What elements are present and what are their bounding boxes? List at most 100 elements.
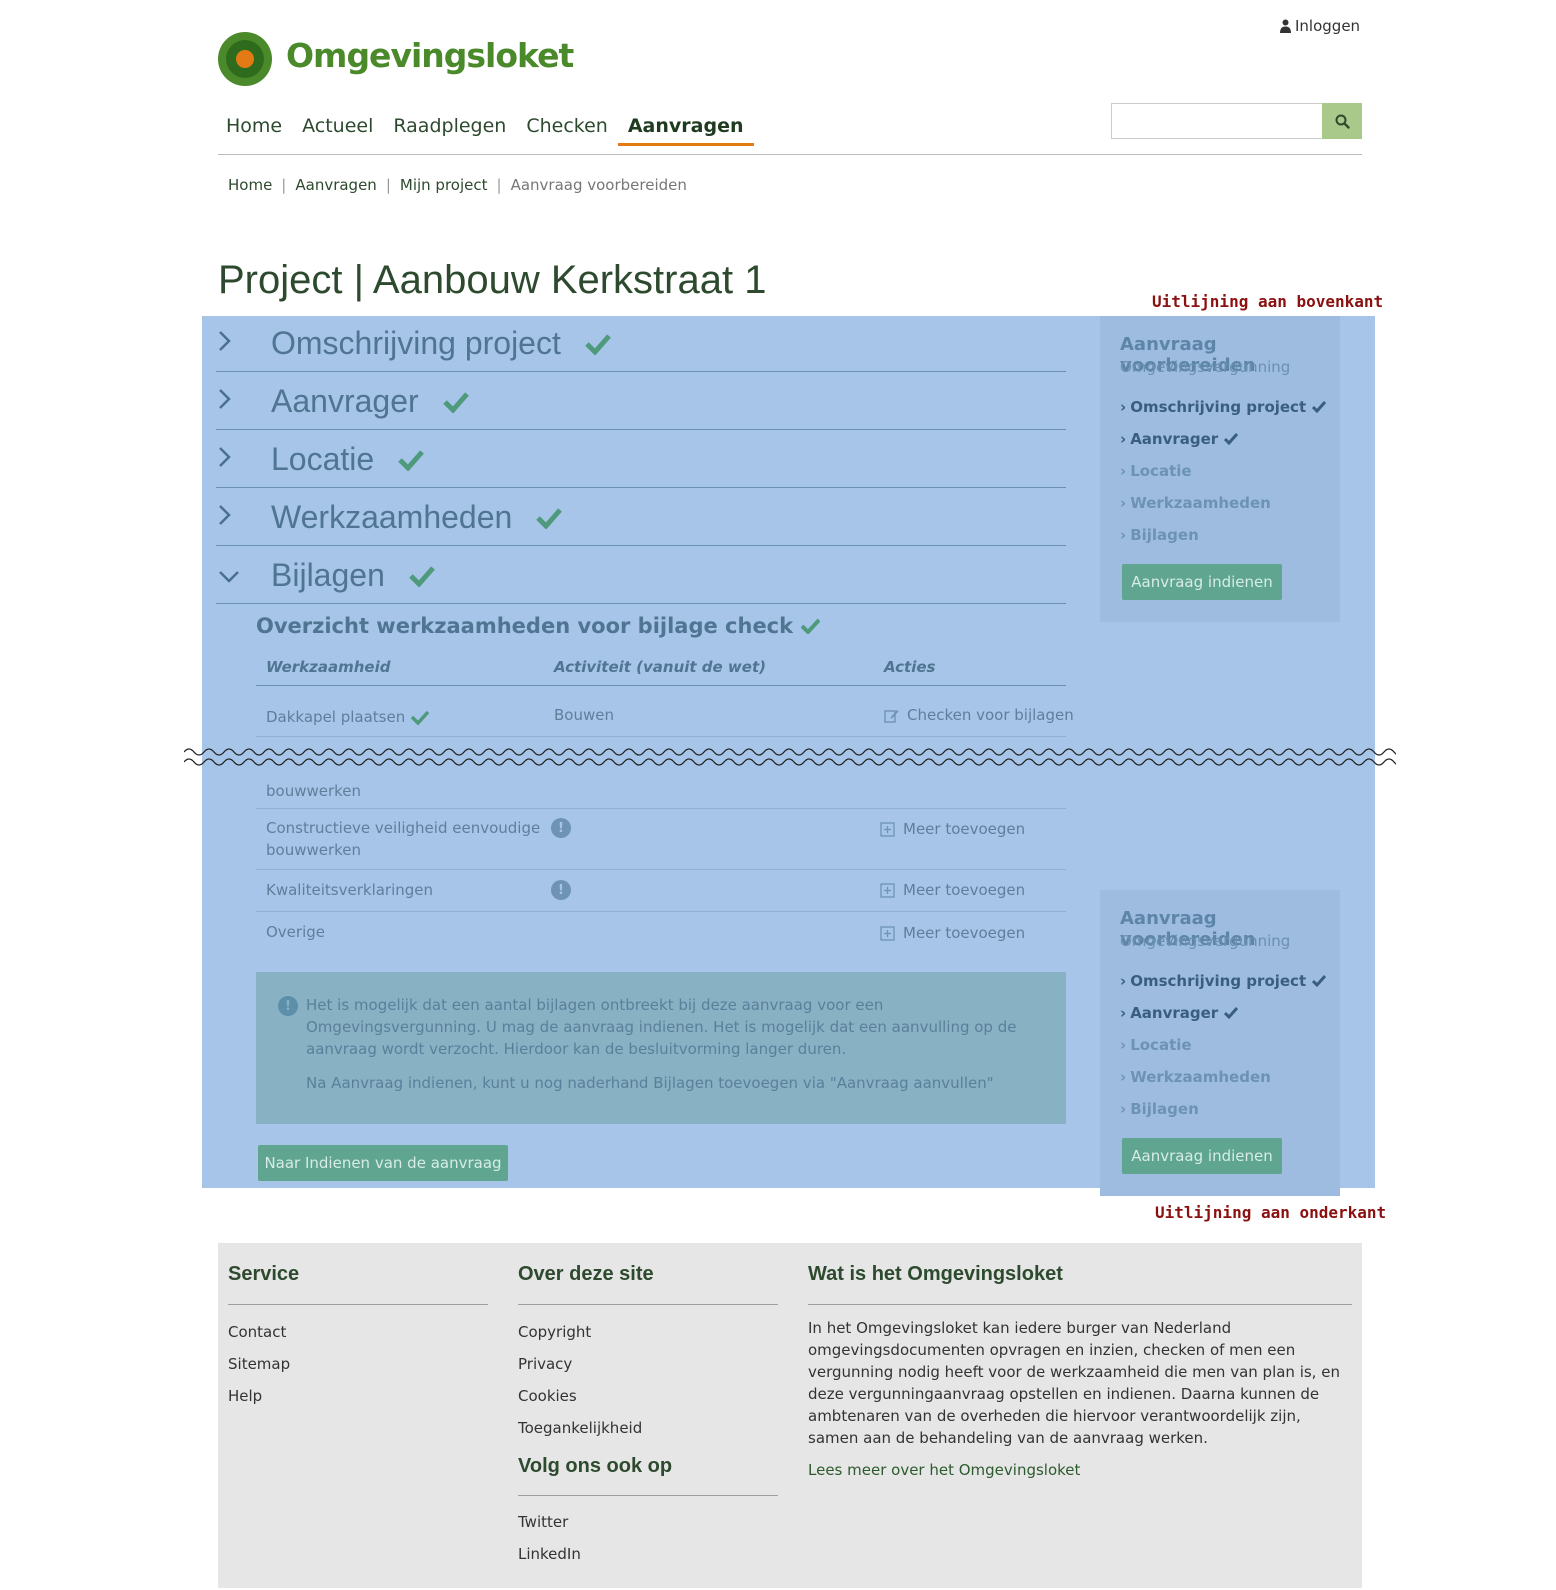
column-header-activiteit[interactable]: Activiteit (vanuit de wet) <box>554 658 766 676</box>
accordion-locatie[interactable]: Locatie <box>216 432 1066 488</box>
check-icon <box>398 449 425 471</box>
accordion-bijlagen[interactable]: Bijlagen <box>216 548 1066 604</box>
search-button[interactable] <box>1322 103 1362 139</box>
nav-aanvragen[interactable]: Aanvragen <box>617 113 754 146</box>
footer-about-text: In het Omgevingsloket kan iedere burger … <box>808 1319 1340 1447</box>
side-item-locatie[interactable]: › Locatie <box>1120 1036 1192 1054</box>
header-divider <box>218 154 1362 155</box>
search-icon <box>1335 114 1350 129</box>
side-item-label: Omschrijving project <box>1130 398 1307 416</box>
accordion-title: Aanvrager <box>271 383 419 419</box>
bijlagen-subtitle: Overzicht werkzaamheden voor bijlage che… <box>256 614 821 638</box>
user-icon <box>1280 19 1291 33</box>
check-icon <box>442 391 469 413</box>
nav-raadplegen[interactable]: Raadplegen <box>383 113 516 146</box>
breadcrumb: Home | Aanvragen | Mijn project | Aanvra… <box>228 176 687 194</box>
footer-link-toegankelijkheid[interactable]: Toegankelijkheid <box>518 1419 642 1437</box>
footer-link-linkedin[interactable]: LinkedIn <box>518 1545 581 1563</box>
accordion-werkzaamheden[interactable]: Werkzaamheden <box>216 490 1066 546</box>
meer-toevoegen-link[interactable]: Meer toevoegen <box>880 820 1025 838</box>
checken-voor-bijlagen-link[interactable]: Checken voor bijlagen <box>884 706 1074 724</box>
side-item-werkzaamheden[interactable]: › Werkzaamheden <box>1120 1068 1271 1086</box>
accordion-title: Omschrijving project <box>271 325 561 361</box>
check-icon <box>1312 401 1327 413</box>
exclamation-icon: ! <box>551 818 571 838</box>
footer-link-cookies[interactable]: Cookies <box>518 1387 577 1405</box>
login-link[interactable]: Inloggen <box>1280 17 1360 35</box>
meer-toevoegen-link[interactable]: Meer toevoegen <box>880 881 1025 899</box>
row-werkzaamheid: Overige <box>266 923 325 941</box>
footer-link-sitemap[interactable]: Sitemap <box>228 1355 290 1373</box>
chevron-right-icon <box>216 503 256 533</box>
side-item-aanvrager[interactable]: › Aanvrager <box>1120 430 1239 448</box>
footer-link-help[interactable]: Help <box>228 1387 262 1405</box>
footer-lees-meer-link[interactable]: Lees meer over het Omgevingsloket <box>808 1461 1080 1479</box>
accordion-title: Bijlagen <box>271 557 385 593</box>
annotation-top: Uitlijning aan bovenkant <box>1152 292 1384 311</box>
footer-divider <box>518 1495 778 1496</box>
check-icon <box>801 618 821 634</box>
side-item-label: Locatie <box>1130 462 1192 480</box>
accordion-omschrijving-project[interactable]: Omschrijving project <box>216 316 1066 372</box>
search-input[interactable] <box>1111 103 1323 139</box>
column-header-werkzaamheid[interactable]: Werkzaamheid <box>266 658 390 676</box>
action-label: Meer toevoegen <box>903 820 1026 838</box>
chevron-down-icon <box>216 561 256 591</box>
info-alert: ! Het is mogelijk dat een aantal bijlage… <box>256 972 1066 1124</box>
side-item-omschrijving-project[interactable]: › Omschrijving project <box>1120 398 1327 416</box>
breadcrumb-separator: | <box>281 176 287 194</box>
side-item-label: Omschrijving project <box>1130 972 1307 990</box>
annotation-bottom: Uitlijning aan onderkant <box>1155 1203 1387 1222</box>
nav-actueel[interactable]: Actueel <box>292 113 383 146</box>
plus-square-icon <box>880 821 895 837</box>
column-header-acties: Acties <box>884 658 936 676</box>
footer-link-contact[interactable]: Contact <box>228 1323 286 1341</box>
nav-home[interactable]: Home <box>216 113 292 146</box>
check-icon <box>585 333 611 355</box>
side-item-bijlagen[interactable]: › Bijlagen <box>1120 526 1199 544</box>
side-item-label: Locatie <box>1130 1036 1192 1054</box>
plus-square-icon <box>880 925 895 941</box>
logo-icon[interactable] <box>218 32 272 86</box>
side-item-label: Werkzaamheden <box>1130 494 1271 512</box>
row-activiteit: Bouwen <box>554 706 614 724</box>
breadcrumb-separator: | <box>496 176 502 194</box>
footer-link-twitter[interactable]: Twitter <box>518 1513 568 1531</box>
accordion-aanvrager[interactable]: Aanvrager <box>216 374 1066 430</box>
exclamation-icon: ! <box>551 880 571 900</box>
check-icon <box>1312 975 1327 987</box>
side-panel-subtitle: Omgevingsvergunning <box>1120 358 1291 376</box>
action-label: Meer toevoegen <box>903 881 1026 899</box>
check-icon <box>1224 433 1239 445</box>
row-werkzaamheid-tail: bouwwerken <box>266 782 362 800</box>
meer-toevoegen-link[interactable]: Meer toevoegen <box>880 924 1025 942</box>
logo-text[interactable]: Omgevingsloket <box>286 36 574 75</box>
footer-service-title: Service <box>228 1263 300 1285</box>
bijlagen-subtitle-text: Overzicht werkzaamheden voor bijlage che… <box>256 614 794 638</box>
aanvraag-indienen-button[interactable]: Aanvraag indienen <box>1122 1138 1282 1174</box>
footer-link-copyright[interactable]: Copyright <box>518 1323 591 1341</box>
row-divider <box>256 911 1066 912</box>
check-icon <box>1224 1007 1239 1019</box>
side-item-bijlagen[interactable]: › Bijlagen <box>1120 1100 1199 1118</box>
aanvraag-indienen-button[interactable]: Aanvraag indienen <box>1122 564 1282 600</box>
table-header-divider <box>256 685 1066 686</box>
check-icon <box>409 565 435 587</box>
side-item-label: Bijlagen <box>1130 1100 1199 1118</box>
side-panel-bottom: Aanvraag voorbereiden Omgevingsvergunnin… <box>1100 890 1340 1196</box>
breadcrumb-mijn-project[interactable]: Mijn project <box>400 176 488 194</box>
exclamation-icon: ! <box>278 996 298 1016</box>
breadcrumb-aanvragen[interactable]: Aanvragen <box>295 176 376 194</box>
nav-checken[interactable]: Checken <box>516 113 618 146</box>
page-title: Project | Aanbouw Kerkstraat 1 <box>218 258 767 302</box>
footer-link-privacy[interactable]: Privacy <box>518 1355 572 1373</box>
side-item-werkzaamheden[interactable]: › Werkzaamheden <box>1120 494 1271 512</box>
side-item-locatie[interactable]: › Locatie <box>1120 462 1192 480</box>
naar-indienen-button[interactable]: Naar Indienen van de aanvraag <box>258 1145 508 1181</box>
side-item-omschrijving-project[interactable]: › Omschrijving project <box>1120 972 1327 990</box>
accordion-title: Werkzaamheden <box>271 499 513 535</box>
alert-paragraph-2: Na Aanvraag indienen, kunt u nog naderha… <box>306 1074 994 1092</box>
side-item-label: Werkzaamheden <box>1130 1068 1271 1086</box>
breadcrumb-home[interactable]: Home <box>228 176 272 194</box>
side-item-aanvrager[interactable]: › Aanvrager <box>1120 1004 1239 1022</box>
